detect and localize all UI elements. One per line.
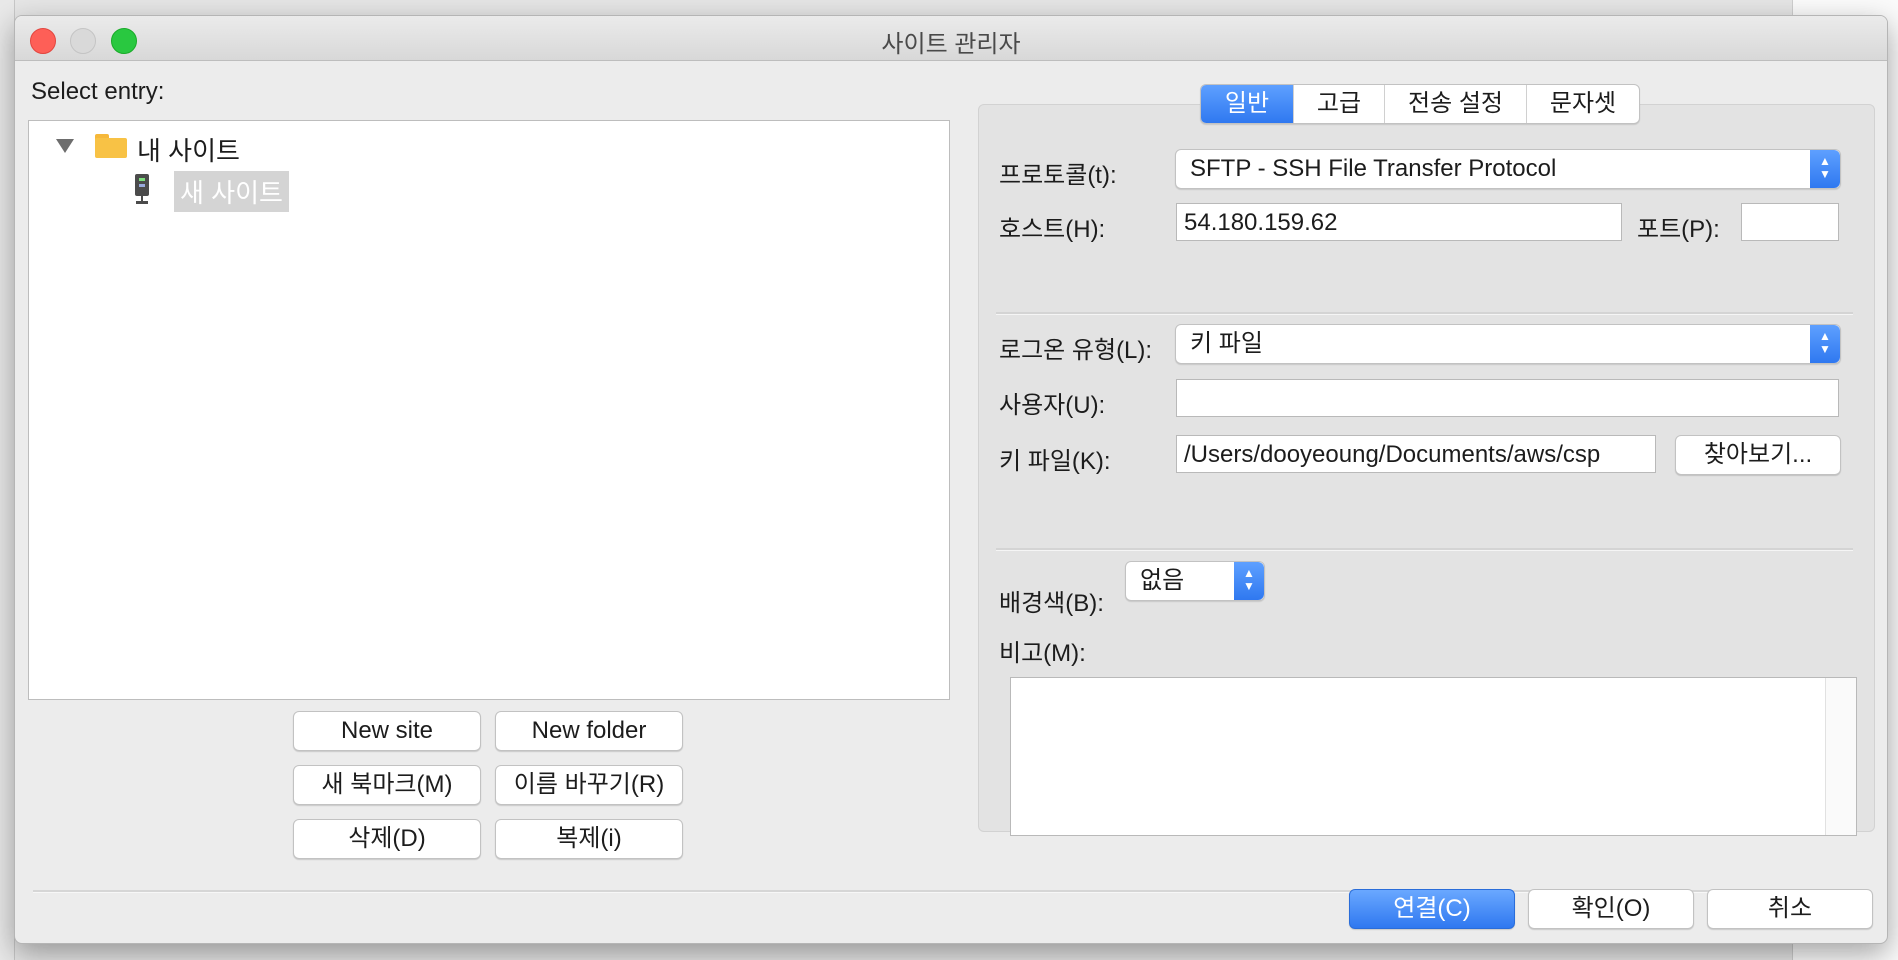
server-icon xyxy=(135,174,149,204)
protocol-label: 프로토콜(t): xyxy=(999,162,1117,189)
host-label: 호스트(H): xyxy=(999,216,1106,243)
select-stepper-icon: ▲ ▼ xyxy=(1810,325,1840,363)
new-bookmark-button[interactable]: 새 북마크(M) xyxy=(293,765,481,805)
protocol-value: SFTP - SSH File Transfer Protocol xyxy=(1190,155,1557,182)
divider xyxy=(996,312,1853,315)
new-site-button[interactable]: New site xyxy=(293,711,481,751)
settings-tabs: 일반 고급 전송 설정 문자셋 xyxy=(1200,84,1640,124)
site-tree[interactable]: 내 사이트 새 사이트 xyxy=(28,120,950,700)
comments-label: 비고(M): xyxy=(999,640,1086,667)
duplicate-button[interactable]: 복제(i) xyxy=(495,819,683,859)
user-label: 사용자(U): xyxy=(999,392,1106,419)
tab-advanced[interactable]: 고급 xyxy=(1293,85,1384,123)
folder-icon xyxy=(95,134,127,158)
cancel-button[interactable]: 취소 xyxy=(1707,889,1873,929)
select-stepper-icon: ▲ ▼ xyxy=(1234,562,1264,600)
new-folder-button[interactable]: New folder xyxy=(495,711,683,751)
comments-textarea[interactable] xyxy=(1010,677,1857,836)
connect-button[interactable]: 연결(C) xyxy=(1349,889,1515,929)
tree-item-my-sites[interactable]: 내 사이트 xyxy=(137,131,240,168)
logon-type-label: 로그온 유형(L): xyxy=(999,337,1153,364)
protocol-select[interactable]: SFTP - SSH File Transfer Protocol ▲ ▼ xyxy=(1175,149,1841,189)
select-stepper-icon: ▲ ▼ xyxy=(1810,150,1840,188)
key-file-input[interactable]: /Users/dooyeoung/Documents/aws/csp xyxy=(1176,435,1656,473)
tab-transfer-settings[interactable]: 전송 설정 xyxy=(1384,85,1526,123)
window-title: 사이트 관리자 xyxy=(881,31,1021,58)
divider xyxy=(996,548,1853,551)
port-label: 포트(P): xyxy=(1637,216,1720,243)
delete-button[interactable]: 삭제(D) xyxy=(293,819,481,859)
host-input[interactable]: 54.180.159.62 xyxy=(1176,203,1622,241)
port-input[interactable] xyxy=(1741,203,1839,241)
select-entry-label: Select entry: xyxy=(31,78,165,105)
background-left-edge xyxy=(0,0,15,960)
tab-charset[interactable]: 문자셋 xyxy=(1526,85,1639,123)
background-color-select[interactable]: 없음 ▲ ▼ xyxy=(1125,561,1265,601)
site-manager-dialog: 사이트 관리자 Select entry: 내 사이트 새 사이트 New si… xyxy=(14,15,1888,944)
key-file-label: 키 파일(K): xyxy=(999,448,1111,475)
background-color-value: 없음 xyxy=(1140,567,1185,594)
tab-general[interactable]: 일반 xyxy=(1201,85,1293,123)
disclosure-triangle-icon[interactable] xyxy=(56,139,74,153)
scrollbar[interactable] xyxy=(1825,678,1856,835)
ok-button[interactable]: 확인(O) xyxy=(1528,889,1694,929)
tree-item-new-site[interactable]: 새 사이트 xyxy=(174,171,289,212)
browse-button[interactable]: 찾아보기... xyxy=(1675,435,1841,475)
logon-type-select[interactable]: 키 파일 ▲ ▼ xyxy=(1175,324,1841,364)
user-input[interactable] xyxy=(1176,379,1839,417)
logon-type-value: 키 파일 xyxy=(1190,330,1263,357)
background-color-label: 배경색(B): xyxy=(999,590,1104,617)
rename-button[interactable]: 이름 바꾸기(R) xyxy=(495,765,683,805)
title-bar: 사이트 관리자 xyxy=(15,16,1887,61)
